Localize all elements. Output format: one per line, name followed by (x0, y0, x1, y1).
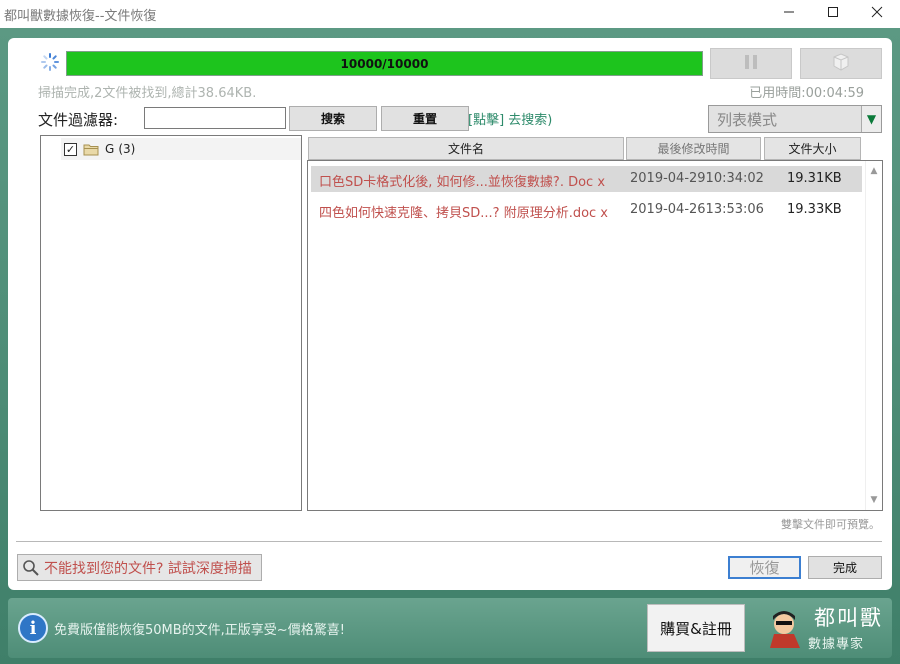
magnifier-icon (22, 559, 40, 577)
file-modified: 2019-04-2910:34:02 (630, 171, 764, 186)
search-hint-link[interactable]: [點擊] 去搜索) (468, 109, 552, 128)
deep-scan-button[interactable]: 不能找到您的文件? 試試深度掃描 (17, 554, 262, 581)
done-button[interactable]: 完成 (808, 556, 882, 579)
maximize-icon (827, 6, 839, 22)
footer-bar: i 免費版僅能恢復50MB的文件,正版享受~價格驚喜! 購買&註冊 都叫獸 ™ … (8, 598, 892, 658)
filter-label: 文件過濾器: (38, 111, 119, 129)
column-header-modified[interactable]: 最後修改時間 (626, 137, 761, 160)
folder-tree: ✓ G (3) (40, 135, 302, 511)
maximize-button[interactable] (810, 0, 856, 28)
vertical-scrollbar[interactable]: ▲ ▼ (865, 161, 882, 510)
brand-subtitle: 數據專家 (808, 637, 865, 652)
tree-item-label: G (105, 142, 115, 156)
scroll-up-icon[interactable]: ▲ (866, 163, 882, 179)
loading-spinner-icon (40, 52, 60, 72)
file-name: 口色SD卡格式化後, 如何修...並恢復數據?. Doc x (319, 175, 606, 190)
window-title: 都叫獸數據恢復--文件恢復 (4, 9, 157, 24)
minimize-icon (783, 6, 795, 22)
file-modified: 2019-04-2613:53:06 (630, 202, 764, 217)
view-mode-select[interactable]: 列表模式 ▼ (708, 105, 882, 133)
scan-status-text: 掃描完成,2文件被找到,總計38.64KB. (38, 86, 257, 101)
free-version-notice: 免費版僅能恢復50MB的文件,正版享受~價格驚喜! (54, 623, 345, 638)
progress-text: 10000/10000 (340, 56, 429, 71)
buy-register-button[interactable]: 購買&註冊 (647, 604, 745, 652)
recover-button[interactable]: 恢復 (728, 556, 801, 579)
file-row[interactable]: 四色如何快速克隆、拷貝SD...? 附原理分析.doc x 2019-04-26… (311, 197, 862, 223)
close-icon (871, 6, 883, 22)
stop-button[interactable] (800, 48, 882, 79)
info-icon: i (18, 613, 48, 643)
divider (16, 541, 882, 542)
pause-button[interactable] (710, 48, 792, 79)
brand-trademark: ™ (870, 606, 878, 615)
folder-icon (83, 143, 99, 156)
chevron-down-icon[interactable]: ▼ (861, 106, 881, 132)
elapsed-time: 已用時間:00:04:59 (749, 86, 864, 101)
file-name: 四色如何快速克隆、拷貝SD...? 附原理分析.doc x (319, 206, 609, 221)
column-header-name[interactable]: 文件名 (308, 137, 624, 160)
file-size: 19.33KB (787, 202, 842, 217)
file-size: 19.31KB (787, 171, 842, 186)
search-button[interactable]: 搜索 (289, 106, 377, 131)
tree-item-g[interactable]: ✓ G (3) (61, 138, 301, 160)
filter-input[interactable] (144, 107, 286, 129)
close-button[interactable] (854, 0, 900, 28)
view-mode-value: 列表模式 (717, 111, 778, 129)
tree-item-checkbox[interactable]: ✓ (64, 142, 77, 156)
deep-scan-label: 不能找到您的文件? 試試深度掃描 (44, 560, 252, 577)
scroll-down-icon[interactable]: ▼ (866, 492, 882, 508)
column-header-size[interactable]: 文件大小 (764, 137, 861, 160)
pause-icon (742, 53, 760, 75)
file-row[interactable]: 口色SD卡格式化後, 如何修...並恢復數據?. Doc x 2019-04-2… (311, 166, 862, 192)
stop-icon (830, 51, 852, 77)
preview-hint: 雙擊文件即可預覽。 (781, 518, 880, 531)
brand-mascot-icon (760, 604, 808, 652)
minimize-button[interactable] (766, 0, 812, 28)
tree-item-count: (3) (118, 142, 136, 156)
file-list: 口色SD卡格式化後, 如何修...並恢復數據?. Doc x 2019-04-2… (307, 160, 883, 511)
title-bar: 都叫獸數據恢復--文件恢復 (0, 0, 900, 28)
main-panel: 10000/10000 掃描完成,2文件被找到,總計38.64KB. 已用時間:… (8, 38, 892, 590)
reset-button[interactable]: 重置 (381, 106, 469, 131)
scan-progress-bar: 10000/10000 (66, 51, 703, 76)
